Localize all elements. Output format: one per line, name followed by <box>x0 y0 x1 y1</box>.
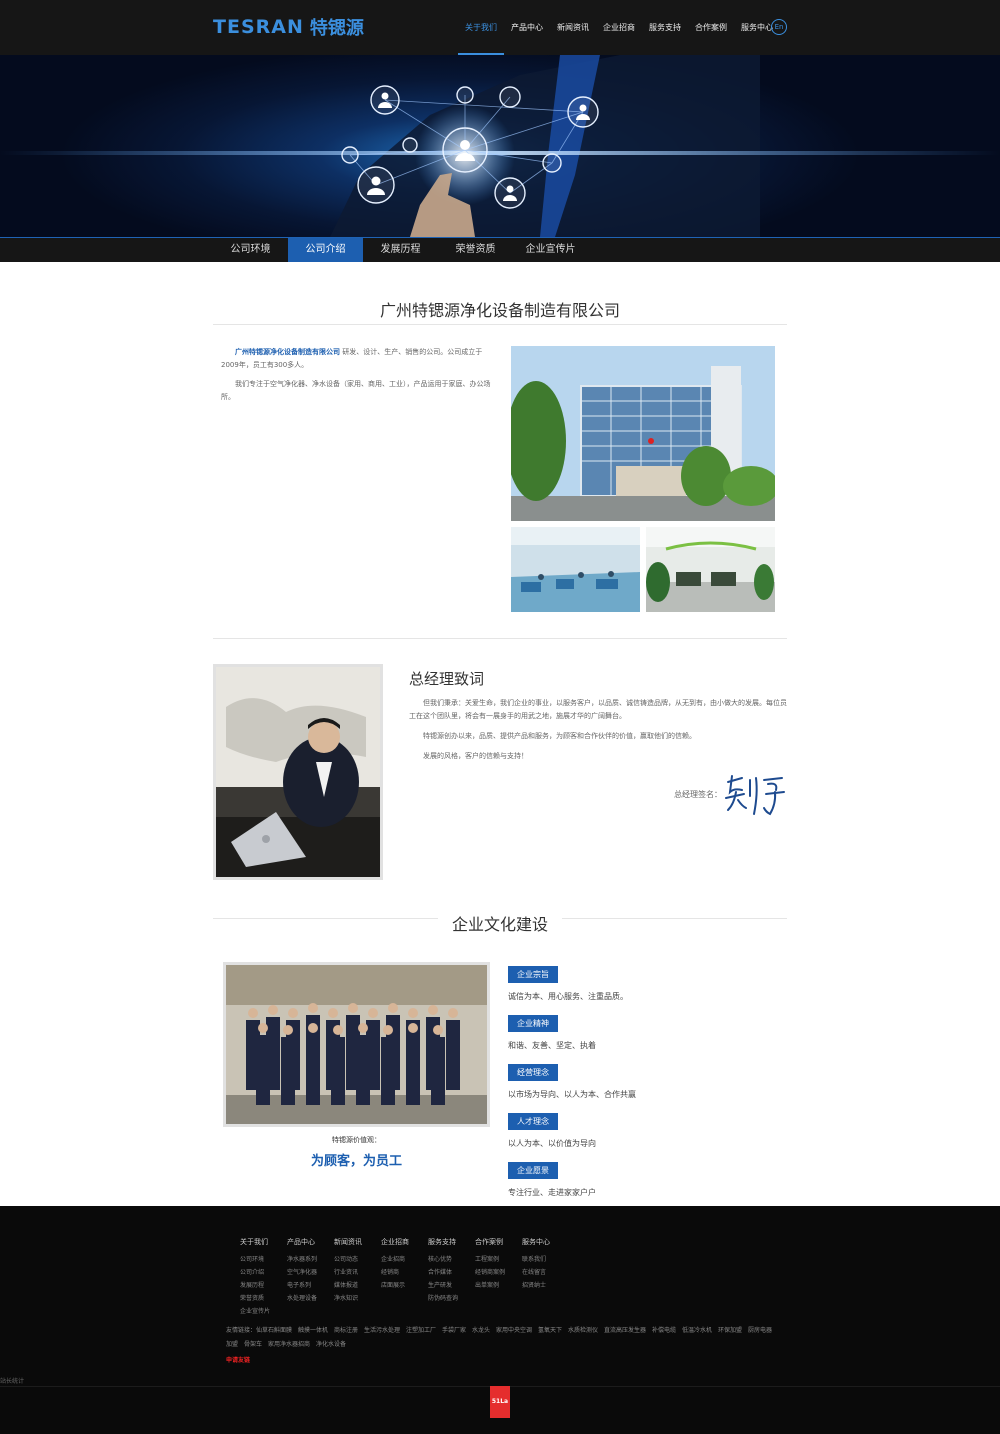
footer-link[interactable]: 公司环境 <box>240 1253 287 1266</box>
footer-link[interactable]: 核心优势 <box>428 1253 475 1266</box>
stats-badge[interactable]: 51La <box>490 1386 510 1418</box>
footer-link[interactable]: 公司动态 <box>334 1253 381 1266</box>
divider <box>213 324 787 325</box>
nav-about[interactable]: 关于我们 <box>458 0 504 55</box>
top-navbar: TESRAN 特锶源 关于我们 产品中心 新闻资讯 企业招商 服务支持 合作案例… <box>0 0 1000 55</box>
subnav-history[interactable]: 发展历程 <box>363 238 438 262</box>
footer-link[interactable]: 企业宣传片 <box>240 1305 287 1318</box>
footer-link[interactable]: 媒体报道 <box>334 1279 381 1292</box>
footer-link[interactable]: 行业资讯 <box>334 1266 381 1279</box>
footer-head[interactable]: 关于我们 <box>240 1237 287 1247</box>
footer-col-investment: 企业招商 企业招商 经销商 店面展示 <box>381 1237 428 1318</box>
gm-p3: 发展的风格，客户的信赖与支持！ <box>423 752 528 760</box>
intro-p2: 我们专注于空气净化器、净水设备（家用、商用、工业），产品运用于家庭、办公场所。 <box>221 380 491 401</box>
footer-head[interactable]: 服务支持 <box>428 1237 475 1247</box>
divider <box>213 638 787 639</box>
language-switch-icon[interactable]: En <box>771 19 787 35</box>
nav-news[interactable]: 新闻资讯 <box>550 0 596 55</box>
footer-head[interactable]: 企业招商 <box>381 1237 428 1247</box>
footer-link[interactable]: 招贤纳士 <box>522 1279 569 1292</box>
footer-head[interactable]: 产品中心 <box>287 1237 334 1247</box>
intro-text: 广州特锶源净化设备制造有限公司 研发、设计、生产、销售的公司。公司成立于2009… <box>221 346 496 410</box>
nav-products[interactable]: 产品中心 <box>504 0 550 55</box>
building-photo <box>511 346 775 521</box>
footer-link[interactable]: 荣誉资质 <box>240 1292 287 1305</box>
footer-col-products: 产品中心 净水器系列 空气净化器 电子系列 水处理设备 <box>287 1237 334 1318</box>
nav-investment[interactable]: 企业招商 <box>596 0 642 55</box>
footer-link[interactable]: 经销商案例 <box>475 1266 522 1279</box>
footer-head[interactable]: 服务中心 <box>522 1237 569 1247</box>
culture-tag-spirit: 企业精神 <box>508 1015 558 1032</box>
footer-link[interactable]: 水处理设备 <box>287 1292 334 1305</box>
site-stats[interactable]: 站长统计 <box>0 1376 24 1385</box>
footer-link[interactable]: 出单案例 <box>475 1279 522 1292</box>
footer-link[interactable]: 在线留言 <box>522 1266 569 1279</box>
footer-link[interactable]: 经销商 <box>381 1266 428 1279</box>
culture-text-vision: 专注行业、走进家家户户 <box>508 1188 596 1197</box>
logo-text-cn: 特锶源 <box>309 18 364 39</box>
footer-link[interactable]: 防伪码查询 <box>428 1292 475 1305</box>
footer-col-about: 关于我们 公司环境 公司介绍 发展历程 荣誉资质 企业宣传片 <box>240 1237 287 1318</box>
footer-head[interactable]: 新闻资讯 <box>334 1237 381 1247</box>
footer-link[interactable]: 公司介绍 <box>240 1266 287 1279</box>
footer-columns: 关于我们 公司环境 公司介绍 发展历程 荣誉资质 企业宣传片 产品中心 净水器系… <box>240 1237 569 1318</box>
culture-list: 企业宗旨 诚信为本、用心服务、注重品质。 企业精神 和谐、友善、坚定、执着 经营… <box>508 962 636 1207</box>
culture-tag-purpose: 企业宗旨 <box>508 966 558 983</box>
logo[interactable]: TESRAN 特锶源 <box>213 14 364 40</box>
footer: 关于我们 公司环境 公司介绍 发展历程 荣誉资质 企业宣传片 产品中心 净水器系… <box>0 1206 1000 1434</box>
footer-link[interactable]: 发展历程 <box>240 1279 287 1292</box>
main-nav: 关于我们 产品中心 新闻资讯 企业招商 服务支持 合作案例 服务中心 <box>458 0 780 55</box>
logo-text-en: TESRAN <box>213 16 304 38</box>
value-caption: 特锶源价值观： <box>332 1136 381 1144</box>
footer-link[interactable]: 工程案例 <box>475 1253 522 1266</box>
office-photo <box>646 527 775 612</box>
gm-photo <box>213 664 383 880</box>
footer-link[interactable]: 空气净化器 <box>287 1266 334 1279</box>
footer-link[interactable]: 电子系列 <box>287 1279 334 1292</box>
workshop-photo <box>511 527 640 612</box>
network-illustration <box>0 55 1000 237</box>
intro-company-name: 广州特锶源净化设备制造有限公司 <box>235 348 340 356</box>
subnav-intro[interactable]: 公司介绍 <box>288 238 363 262</box>
culture-tag-vision: 企业愿景 <box>508 1162 558 1179</box>
footer-link[interactable]: 合作媒体 <box>428 1266 475 1279</box>
subnav-honors[interactable]: 荣誉资质 <box>438 238 513 262</box>
culture-tag-talent: 人才理念 <box>508 1113 558 1130</box>
footer-link[interactable]: 联系我们 <box>522 1253 569 1266</box>
value-slogan: 为顾客，为员工 <box>310 1154 402 1169</box>
sub-nav: 公司环境 公司介绍 发展历程 荣誉资质 企业宣传片 <box>0 237 1000 262</box>
friend-links[interactable]: 友情链接：仙草石斛面膜 触摸一体机 商标注册 生活污水处理 注塑加工厂 手袋厂家… <box>226 1324 774 1352</box>
culture-title: 企业文化建设 <box>0 911 1000 935</box>
culture-text-talent: 以人为本、以价值为导向 <box>508 1139 596 1148</box>
hero-banner <box>0 55 1000 237</box>
team-photo <box>223 962 490 1127</box>
gm-signature <box>725 775 785 816</box>
nav-support[interactable]: 服务支持 <box>642 0 688 55</box>
footer-col-support: 服务支持 核心优势 合作媒体 生产研发 防伪码查询 <box>428 1237 475 1318</box>
footer-link[interactable]: 净水知识 <box>334 1292 381 1305</box>
footer-link[interactable]: 生产研发 <box>428 1279 475 1292</box>
footer-col-cases: 合作案例 工程案例 经销商案例 出单案例 <box>475 1237 522 1318</box>
gm-text: 但我们秉承：关爱生命，我们企业的事业，以服务客户，以品质、诚信铸造品牌，从无到有… <box>409 697 787 770</box>
footer-link[interactable]: 净水器系列 <box>287 1253 334 1266</box>
footer-head[interactable]: 合作案例 <box>475 1237 522 1247</box>
culture-text-spirit: 和谐、友善、坚定、执着 <box>508 1041 596 1050</box>
culture-title-text: 企业文化建设 <box>437 915 562 934</box>
gm-sign-label: 总经理签名： <box>674 790 722 799</box>
apply-link[interactable]: 申请友链 <box>226 1355 250 1364</box>
subnav-promo-video[interactable]: 企业宣传片 <box>513 238 588 262</box>
footer-link[interactable]: 店面展示 <box>381 1279 428 1292</box>
subnav-environment[interactable]: 公司环境 <box>213 238 288 262</box>
gm-p2: 特锶源创办以来，品质、提供产品和服务，为顾客和合作伙伴的价值，赢取他们的信赖。 <box>423 732 696 740</box>
culture-text-philosophy: 以市场为导向、以人为本、合作共赢 <box>508 1090 636 1099</box>
gm-title: 总经理致词 <box>409 670 485 688</box>
gm-p1: 但我们秉承：关爱生命，我们企业的事业，以服务客户，以品质、诚信铸造品牌，从无到有… <box>409 699 787 720</box>
footer-col-news: 新闻资讯 公司动态 行业资讯 媒体报道 净水知识 <box>334 1237 381 1318</box>
nav-cases[interactable]: 合作案例 <box>688 0 734 55</box>
footer-link[interactable]: 企业招商 <box>381 1253 428 1266</box>
footer-col-service: 服务中心 联系我们 在线留言 招贤纳士 <box>522 1237 569 1318</box>
intro-title: 广州特锶源净化设备制造有限公司 <box>379 301 620 320</box>
culture-text-purpose: 诚信为本、用心服务、注重品质。 <box>508 992 628 1001</box>
culture-tag-philosophy: 经营理念 <box>508 1064 558 1081</box>
